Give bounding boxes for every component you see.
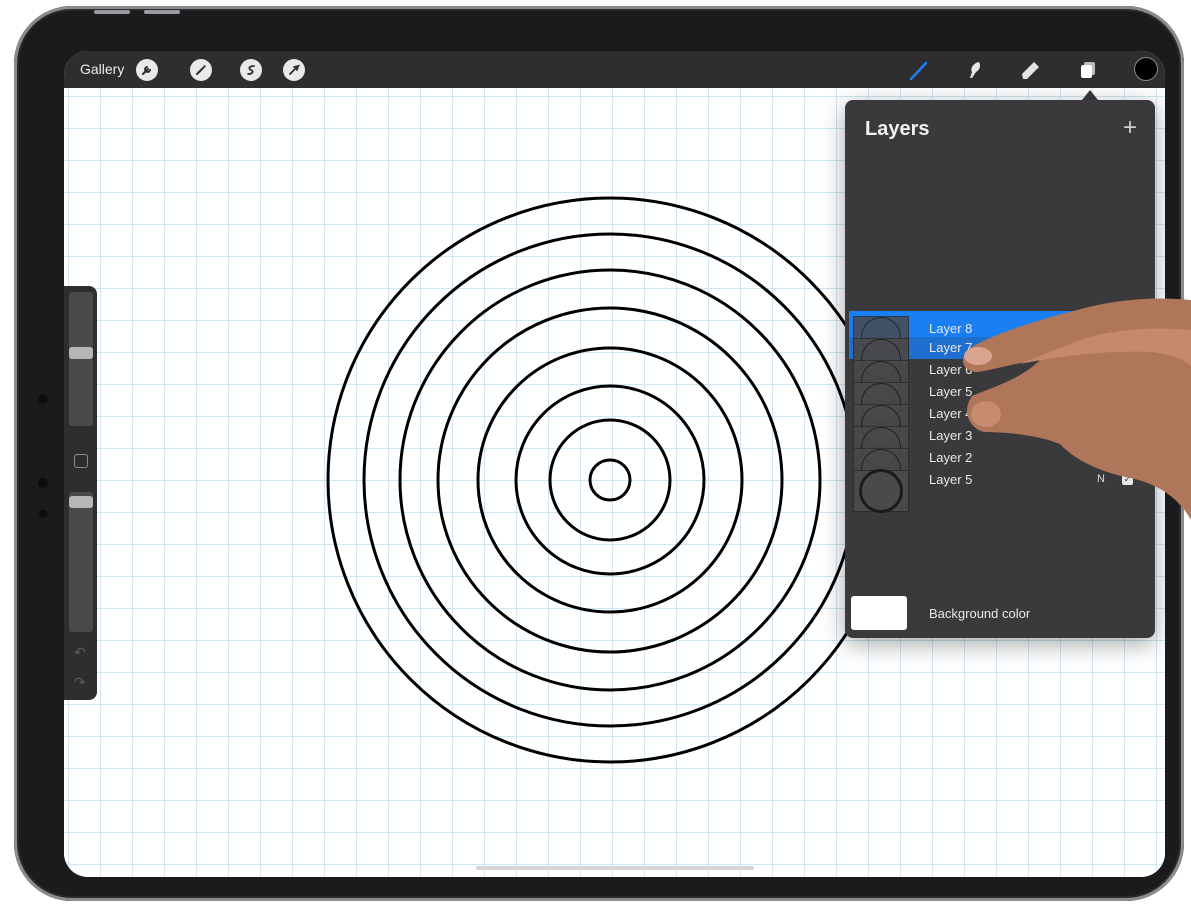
layer-name: Layer 6: [929, 362, 973, 377]
drawn-circle: [476, 346, 744, 614]
popover-arrow: [1082, 90, 1098, 100]
blend-mode-label[interactable]: N: [1097, 473, 1105, 485]
drawn-circle: [436, 306, 784, 654]
layer-name: Layer 2: [929, 450, 973, 465]
blend-mode-label[interactable]: N: [1097, 407, 1105, 419]
add-layer-button[interactable]: +: [1123, 114, 1137, 142]
ipad-frame: Gallery ↶ ↷ Layers + Layer 8 N ✓ Layer 7…: [14, 6, 1184, 901]
layer-thumbnail[interactable]: [853, 469, 909, 513]
redo-icon[interactable]: ↷: [74, 674, 86, 691]
layer-name: Layer 7: [929, 340, 973, 355]
brush-size-slider[interactable]: [69, 292, 93, 426]
drawn-circle: [398, 268, 822, 692]
drawn-circle: [326, 196, 894, 764]
drawn-circle: [588, 458, 632, 502]
blend-mode-label[interactable]: N: [1097, 451, 1105, 463]
smudge-icon[interactable]: [962, 57, 988, 83]
modify-button[interactable]: [74, 454, 88, 468]
eraser-icon[interactable]: [1017, 57, 1043, 83]
drawn-circle: [548, 418, 672, 542]
sensor-icon: [39, 510, 47, 518]
layers-icon[interactable]: [1075, 57, 1101, 83]
layer-name: Layer 3: [929, 428, 973, 443]
volume-button: [94, 10, 130, 14]
layer-name: Layer 4: [929, 406, 973, 421]
layer-name: Layer 5: [929, 384, 973, 399]
drawn-circle: [514, 384, 706, 576]
left-sidebar: ↶ ↷: [64, 286, 97, 700]
visibility-checkbox[interactable]: ✓: [1122, 452, 1133, 463]
visibility-checkbox[interactable]: ✓: [1122, 474, 1133, 485]
gallery-button[interactable]: Gallery: [80, 61, 124, 77]
app-screen: Gallery ↶ ↷ Layers + Layer 8 N ✓ Layer 7…: [64, 51, 1165, 877]
volume-button: [144, 10, 180, 14]
layer-name: Layer 5: [929, 472, 973, 487]
brush-icon[interactable]: [906, 57, 932, 83]
home-indicator: [476, 866, 754, 870]
thumbnail-circle: [859, 469, 903, 513]
wrench-icon[interactable]: [136, 59, 158, 81]
blend-mode-label[interactable]: N: [1097, 429, 1105, 441]
layers-title: Layers: [865, 118, 930, 140]
layers-panel: Layers + Layer 8 N ✓ Layer 7 Layer 6 Layer 5 L…: [845, 100, 1155, 638]
undo-icon[interactable]: ↶: [74, 644, 86, 661]
background-color-label: Background color: [929, 606, 1031, 621]
visibility-checkbox[interactable]: ✓: [1122, 323, 1133, 334]
color-picker-button[interactable]: [1135, 58, 1157, 80]
transform-arrow-icon[interactable]: [283, 59, 305, 81]
opacity-thumb[interactable]: [69, 496, 93, 508]
camera-icon: [38, 394, 48, 404]
opacity-slider[interactable]: [69, 492, 93, 632]
blend-mode-label[interactable]: N: [1097, 322, 1105, 334]
background-swatch[interactable]: [851, 596, 907, 630]
magic-wand-icon[interactable]: [190, 59, 212, 81]
selection-icon[interactable]: [240, 59, 262, 81]
brush-size-thumb[interactable]: [69, 347, 93, 359]
camera-icon: [38, 478, 48, 488]
top-toolbar: Gallery: [64, 51, 1165, 88]
background-color-row[interactable]: Background color: [845, 592, 1155, 638]
layer-name: Layer 8: [929, 321, 973, 336]
